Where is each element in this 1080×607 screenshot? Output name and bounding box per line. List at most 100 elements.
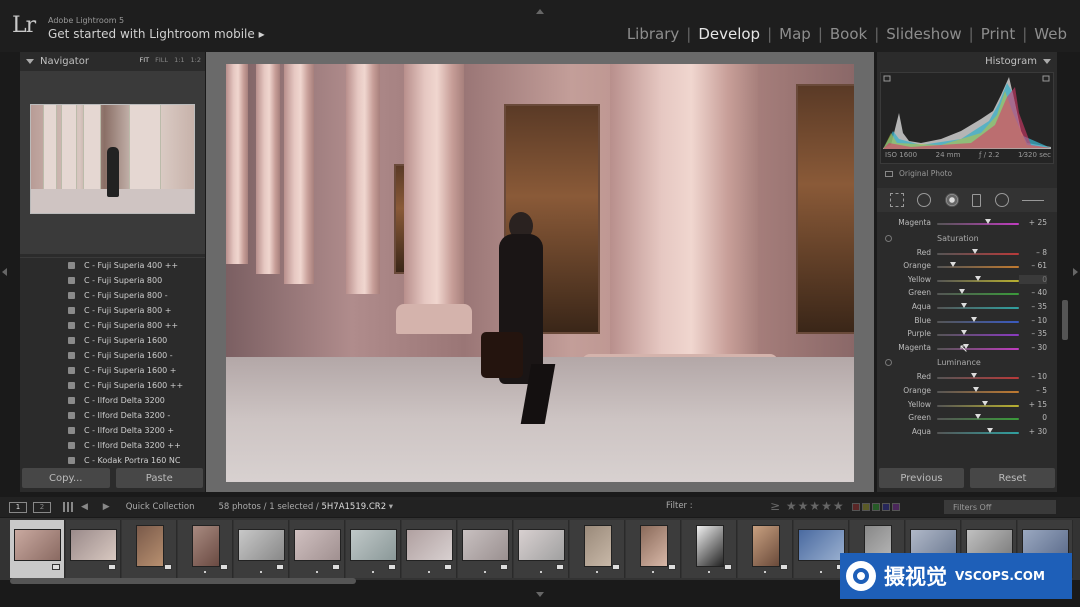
- module-library[interactable]: Library: [620, 25, 686, 43]
- hsl-slider-value[interactable]: – 40: [1019, 288, 1047, 297]
- hsl-slider-value[interactable]: + 15: [1019, 400, 1047, 409]
- collapse-bottom-panel-icon[interactable]: [536, 592, 544, 597]
- hsl-slider-thumb[interactable]: [961, 330, 968, 336]
- secondary-display-button[interactable]: 2: [33, 501, 51, 513]
- preset-item[interactable]: C - Fuji Superia 800 +: [20, 303, 205, 318]
- preset-item[interactable]: C - Ilford Delta 3200: [20, 393, 205, 408]
- hsl-slider-value[interactable]: + 25: [1019, 218, 1047, 227]
- filmstrip-thumbnail[interactable]: [402, 520, 457, 578]
- target-adjust-icon[interactable]: [885, 359, 892, 367]
- filmstrip-thumbnail[interactable]: [66, 520, 121, 578]
- preset-item[interactable]: C - Fuji Superia 1600: [20, 333, 205, 348]
- hsl-slider-yellow[interactable]: Yellow + 15: [877, 398, 1057, 412]
- disclosure-triangle-icon[interactable]: [26, 58, 34, 64]
- hsl-slider-track[interactable]: [937, 431, 1019, 434]
- hsl-slider-value[interactable]: – 35: [1019, 329, 1047, 338]
- module-map[interactable]: Map: [772, 25, 818, 43]
- hsl-slider-blue[interactable]: Blue – 10: [877, 314, 1057, 328]
- red-label-icon[interactable]: [852, 503, 860, 511]
- hsl-slider-green[interactable]: Green – 40: [877, 286, 1057, 300]
- navigator-thumbnail[interactable]: [30, 104, 195, 214]
- hsl-slider-thumb[interactable]: [987, 427, 994, 433]
- hsl-slider-value[interactable]: – 10: [1019, 316, 1047, 325]
- module-print[interactable]: Print: [974, 25, 1023, 43]
- collection-source[interactable]: Quick Collection: [126, 502, 195, 512]
- radial-filter-tool-icon[interactable]: [994, 193, 1009, 207]
- filmstrip-thumbnail[interactable]: [178, 520, 233, 578]
- filmstrip-thumbnail[interactable]: [738, 520, 793, 578]
- collapse-right-panel-icon[interactable]: [1073, 268, 1078, 276]
- hsl-slider-track[interactable]: [937, 334, 1019, 337]
- hsl-slider-value[interactable]: 0: [1019, 413, 1047, 422]
- hsl-slider-thumb[interactable]: [970, 316, 977, 322]
- filmstrip-thumbnail[interactable]: [626, 520, 681, 578]
- nav-arrows[interactable]: ◀ ▶: [81, 502, 116, 512]
- filmstrip-thumbnail[interactable]: [458, 520, 513, 578]
- hsl-slider-value[interactable]: 0: [1019, 274, 1047, 284]
- filmstrip-thumbnail[interactable]: [514, 520, 569, 578]
- hsl-slider-value[interactable]: – 35: [1019, 302, 1047, 311]
- crop-tool-icon[interactable]: [889, 193, 904, 207]
- blue-label-icon[interactable]: [882, 503, 890, 511]
- hsl-slider-thumb[interactable]: [984, 219, 991, 224]
- histogram-header[interactable]: Histogram: [877, 52, 1057, 70]
- hsl-slider-thumb[interactable]: [973, 386, 980, 392]
- collapse-left-panel-icon[interactable]: [2, 268, 7, 276]
- filmstrip-thumbnail[interactable]: [290, 520, 345, 578]
- preset-item[interactable]: C - Fuji Superia 800 ++: [20, 318, 205, 333]
- disclosure-triangle-icon[interactable]: [1043, 58, 1051, 64]
- paste-settings-button[interactable]: Paste: [115, 468, 203, 488]
- preset-item[interactable]: C - Fuji Superia 800: [20, 273, 205, 288]
- green-label-icon[interactable]: [872, 503, 880, 511]
- hsl-slider-orange[interactable]: Orange – 5: [877, 384, 1057, 398]
- preset-item[interactable]: C - Fuji Superia 800 -: [20, 288, 205, 303]
- hsl-slider-value[interactable]: + 30: [1019, 427, 1047, 436]
- hsl-slider-track[interactable]: [937, 320, 1019, 323]
- hsl-slider-thumb[interactable]: [981, 400, 988, 406]
- navigator-preview[interactable]: [20, 71, 205, 254]
- hsl-slider-track[interactable]: [937, 266, 1019, 269]
- adjustment-brush-tool-icon[interactable]: [1022, 199, 1045, 201]
- hsl-slider-value[interactable]: – 8: [1019, 248, 1047, 257]
- color-label-filter[interactable]: [852, 503, 900, 511]
- yellow-label-icon[interactable]: [862, 503, 870, 511]
- module-book[interactable]: Book: [823, 25, 874, 43]
- hsl-slider-track[interactable]: [937, 306, 1019, 309]
- filmstrip-thumbnail[interactable]: [682, 520, 737, 578]
- module-develop[interactable]: Develop: [691, 25, 767, 43]
- hsl-slider-track[interactable]: [937, 377, 1019, 380]
- filmstrip-thumbnail[interactable]: [346, 520, 401, 578]
- spot-removal-tool-icon[interactable]: [917, 193, 932, 207]
- rating-filter[interactable]: ≥ ★★★★★: [770, 499, 845, 513]
- red-eye-tool-icon[interactable]: [944, 193, 959, 207]
- right-panel-scrollbar[interactable]: [1062, 300, 1068, 340]
- preset-item[interactable]: C - Fuji Superia 1600 +: [20, 363, 205, 378]
- hsl-slider-aqua[interactable]: Aqua + 30: [877, 425, 1057, 439]
- hsl-slider-thumb[interactable]: [950, 262, 957, 268]
- collapse-top-panel-icon[interactable]: [536, 9, 544, 14]
- filmstrip-scrollbar[interactable]: [10, 578, 356, 584]
- hsl-slider-track[interactable]: [937, 404, 1019, 407]
- filmstrip-thumbnail[interactable]: [122, 520, 177, 578]
- module-slideshow[interactable]: Slideshow: [879, 25, 968, 43]
- grid-view-icon[interactable]: [63, 502, 73, 512]
- preset-item[interactable]: C - Kodak Portra 160 NC: [20, 453, 205, 465]
- preset-item[interactable]: C - Ilford Delta 3200 -: [20, 408, 205, 423]
- hsl-slider-value[interactable]: – 61: [1019, 261, 1047, 270]
- zoom-1-2[interactable]: 1:2: [191, 56, 201, 64]
- purple-label-icon[interactable]: [892, 503, 900, 511]
- reset-button[interactable]: Reset: [970, 468, 1055, 488]
- hsl-slider-orange[interactable]: Orange – 61: [877, 259, 1057, 273]
- histogram[interactable]: ISO 1600 24 mm ƒ / 2.2 1⁄320 sec: [880, 72, 1054, 164]
- preset-item[interactable]: C - Ilford Delta 3200 ++: [20, 438, 205, 453]
- hsl-slider-thumb[interactable]: [975, 275, 981, 281]
- preset-item[interactable]: C - Fuji Superia 400 ++: [20, 258, 205, 273]
- hsl-slider-green[interactable]: Green 0: [877, 411, 1057, 425]
- mobile-promo-link[interactable]: Get started with Lightroom mobile ▸: [48, 27, 265, 41]
- primary-display-button[interactable]: 1: [9, 501, 27, 513]
- target-adjust-icon[interactable]: [885, 234, 892, 242]
- hsl-slider-track[interactable]: [937, 223, 1019, 225]
- zoom-fit[interactable]: FIT: [140, 56, 150, 64]
- hsl-slider-thumb[interactable]: [970, 373, 977, 379]
- hsl-slider-track[interactable]: [937, 293, 1019, 296]
